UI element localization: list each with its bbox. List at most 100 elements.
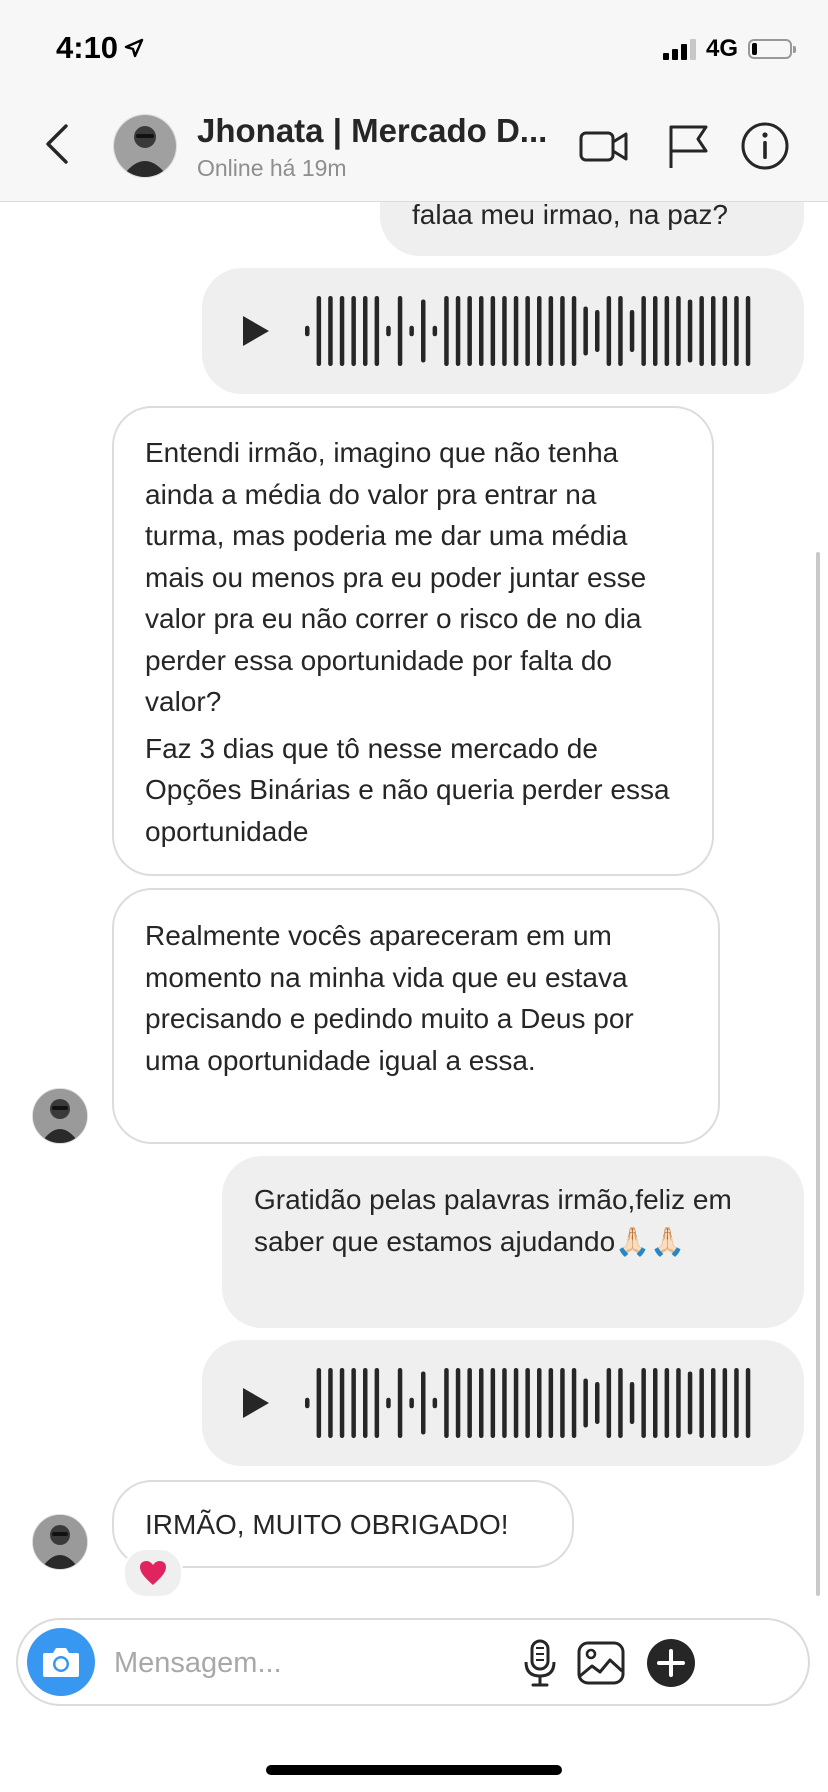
add-icon[interactable] — [646, 1638, 696, 1688]
message-outgoing-audio[interactable] — [202, 1340, 804, 1466]
waveform-bar — [676, 1368, 681, 1438]
waveform-bar — [745, 296, 751, 366]
waveform-bar — [409, 1397, 414, 1409]
waveform-bar — [386, 325, 391, 337]
waveform-bar — [409, 325, 414, 337]
waveform-bar — [583, 306, 588, 356]
waveform-bar — [722, 1368, 728, 1438]
waveform-bar — [455, 1368, 461, 1438]
avatar-photo — [33, 1089, 87, 1143]
waveform-bar — [455, 296, 461, 366]
waveform-bar — [734, 1368, 739, 1438]
waveform-bar — [513, 1368, 519, 1438]
waveform-bar — [548, 296, 554, 366]
waveform-bar — [734, 296, 739, 366]
flag-icon[interactable] — [662, 120, 714, 172]
camera-button[interactable] — [27, 1628, 95, 1696]
battery-icon — [748, 39, 796, 59]
waveform-bar — [606, 296, 612, 366]
info-icon[interactable] — [739, 120, 791, 172]
waveform-bar — [432, 325, 438, 337]
contact-name[interactable]: Jhonata | Mercado D... — [197, 112, 557, 150]
waveform-bar — [583, 1378, 588, 1428]
message-input[interactable] — [112, 1634, 496, 1692]
camera-icon — [43, 1648, 79, 1677]
play-icon[interactable] — [235, 1383, 275, 1423]
microphone-icon[interactable] — [515, 1638, 565, 1688]
contact-avatar[interactable] — [32, 1514, 88, 1570]
waveform-bar — [444, 1368, 449, 1438]
waveform-bar — [397, 296, 403, 366]
message-outgoing-audio[interactable] — [202, 268, 804, 394]
waveform-bar — [571, 296, 577, 366]
waveform-bar — [653, 296, 658, 366]
network-type: 4G — [705, 35, 738, 62]
audio-waveform[interactable] — [301, 1363, 781, 1443]
waveform-bar — [432, 1397, 438, 1409]
waveform-bar — [699, 1368, 704, 1438]
status-time: 4:10 — [56, 30, 144, 66]
waveform-bar — [537, 1368, 542, 1438]
chat-header: 4:10 4G Jhonata | Mercado D... Online há… — [0, 0, 828, 202]
message-text: IRMÃO, MUITO OBRIGADO! — [145, 1509, 509, 1540]
play-icon[interactable] — [235, 311, 275, 351]
waveform-bar — [363, 296, 368, 366]
contact-avatar[interactable] — [113, 114, 177, 178]
waveform-bar — [548, 1368, 554, 1438]
battery-level — [752, 43, 757, 55]
avatar-photo — [33, 1515, 87, 1569]
waveform-bar — [711, 1368, 716, 1438]
waveform-bar — [595, 1382, 600, 1424]
waveform-bar — [490, 296, 496, 366]
waveform-bar — [560, 296, 565, 366]
message-incoming-text[interactable]: Realmente vocês apareceram em um momento… — [112, 888, 720, 1144]
reaction-badge[interactable] — [123, 1548, 183, 1598]
avatar-photo — [114, 115, 176, 177]
waveform-bar — [305, 325, 310, 337]
message-incoming-text[interactable]: IRMÃO, MUITO OBRIGADO! — [112, 1480, 574, 1568]
message-outgoing-text[interactable]: Gratidão pelas palavras irmão,feliz em s… — [222, 1156, 804, 1328]
contact-avatar[interactable] — [32, 1088, 88, 1144]
waveform-bar — [467, 1368, 472, 1438]
waveform-bar — [316, 296, 322, 366]
waveform-bar — [711, 296, 716, 366]
video-call-icon[interactable] — [578, 120, 630, 172]
message-text: Entendi irmão, imagino que não tenha ain… — [145, 437, 647, 717]
waveform-bar — [722, 296, 728, 366]
waveform-bar — [421, 299, 426, 363]
waveform-bar — [525, 1368, 530, 1438]
waveform-bar — [641, 296, 646, 366]
waveform-bar — [618, 296, 623, 366]
waveform-bar — [653, 1368, 658, 1438]
waveform-bar — [351, 296, 356, 366]
message-incoming-text[interactable]: Entendi irmão, imagino que não tenha ain… — [112, 406, 714, 876]
waveform-bar — [351, 1368, 356, 1438]
waveform-bar — [513, 296, 519, 366]
signal-icon — [662, 38, 696, 60]
waveform-bar — [687, 299, 693, 363]
waveform-bar — [305, 1397, 310, 1409]
waveform-bar — [687, 1371, 693, 1435]
waveform-bar — [421, 1371, 426, 1435]
waveform-bar — [676, 296, 681, 366]
audio-waveform[interactable] — [301, 291, 781, 371]
waveform-bar — [374, 1368, 380, 1438]
heart-icon — [140, 1561, 166, 1585]
waveform-bar — [502, 1368, 507, 1438]
scrollbar[interactable] — [816, 552, 820, 1596]
back-icon[interactable] — [40, 122, 74, 166]
message-text: Gratidão pelas palavras irmão,feliz em s… — [254, 1184, 732, 1257]
waveform-bar — [502, 296, 507, 366]
gallery-icon[interactable] — [576, 1638, 626, 1688]
waveform-bar — [339, 1368, 345, 1438]
waveform-bar — [444, 296, 449, 366]
home-indicator[interactable] — [266, 1765, 562, 1775]
waveform-bar — [629, 1382, 635, 1424]
message-text: Realmente vocês apareceram em um momento… — [145, 920, 634, 1076]
message-composer — [16, 1618, 810, 1706]
waveform-bar — [490, 1368, 496, 1438]
waveform-bar — [664, 1368, 670, 1438]
waveform-bar — [595, 310, 600, 352]
waveform-bar — [699, 296, 704, 366]
status-indicators: 4G — [662, 35, 796, 63]
